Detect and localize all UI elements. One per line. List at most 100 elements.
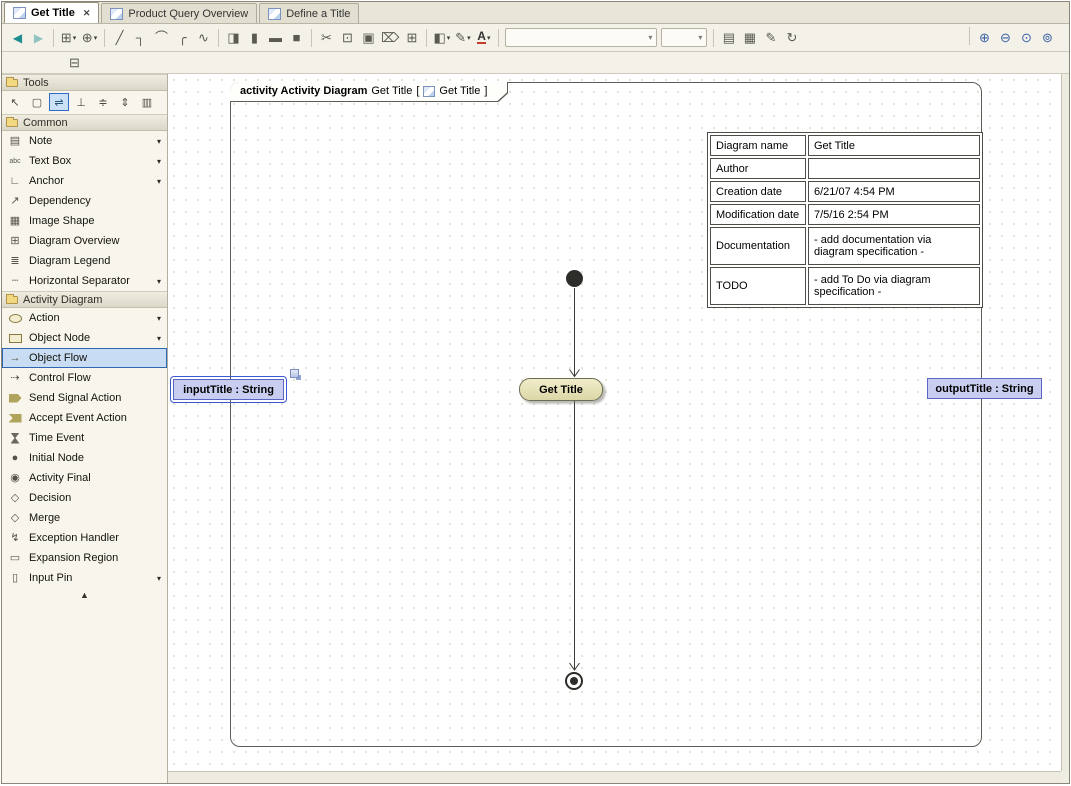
fill-color-button[interactable]: ◧▾ — [431, 27, 452, 48]
refresh-button[interactable]: ↻ — [781, 27, 802, 48]
chevron-down-icon: ▾ — [94, 34, 98, 42]
diagram-tab-bar: Get Title ✕ Product Query Overview Defin… — [2, 2, 1069, 24]
zoom-combobox[interactable]: ▾ — [661, 28, 707, 47]
palette-section-common[interactable]: Common — [2, 114, 167, 131]
chevron-down-icon[interactable]: ▾ — [157, 574, 161, 583]
palette-item-horizontal-separator[interactable]: ┄ Horizontal Separator ▾ — [2, 271, 167, 291]
same-width-button[interactable]: ▬ — [265, 27, 286, 48]
copy-button[interactable]: ⊡ — [337, 27, 358, 48]
palette-section-activity-diagram[interactable]: Activity Diagram — [2, 291, 167, 308]
palette-item-diagram-legend[interactable]: ≣ Diagram Legend — [2, 251, 167, 271]
input-parameter-label: inputTitle : String — [183, 384, 274, 396]
palette-item-accept-event-action[interactable]: Accept Event Action — [2, 408, 167, 428]
palette-item-control-flow[interactable]: ⇢ Control Flow — [2, 368, 167, 388]
resize-tool-icon[interactable]: ⇕ — [115, 93, 135, 111]
path-style-rounded-button[interactable]: ╭ — [172, 27, 193, 48]
same-height-button[interactable]: ▮ — [244, 27, 265, 48]
palette-item-diagram-overview[interactable]: ⊞ Diagram Overview — [2, 231, 167, 251]
zoom-in-button[interactable]: ⊕ — [974, 27, 995, 48]
time-event-icon — [7, 433, 23, 444]
path-style-curved-button[interactable]: ⌒ — [151, 27, 172, 48]
related-elements-button[interactable]: ⊞▾ — [58, 27, 79, 48]
stereotype-combobox[interactable]: ▾ — [505, 28, 657, 47]
output-parameter-node[interactable]: outputTitle : String — [927, 378, 1042, 399]
tab-product-query-overview[interactable]: Product Query Overview — [101, 3, 257, 23]
paste-button[interactable]: ▣ — [358, 27, 379, 48]
palette-item-exception-handler[interactable]: ↯ Exception Handler — [2, 528, 167, 548]
pointer-tool-icon[interactable]: ↖ — [5, 93, 25, 111]
font-color-button[interactable]: A▾ — [473, 27, 494, 48]
cut-button[interactable]: ✂ — [316, 27, 337, 48]
tab-define-a-title[interactable]: Define a Title — [259, 3, 359, 23]
line-color-button[interactable]: ✎▾ — [452, 27, 473, 48]
palette-item-input-pin[interactable]: ▯ Input Pin ▾ — [2, 568, 167, 588]
activity-final-node[interactable] — [565, 672, 583, 690]
tools-row: ↖ ▢ ⇌ ⊥ ≑ ⇕ ▥ — [2, 91, 167, 114]
insert-diagram-button[interactable]: ▤ — [718, 27, 739, 48]
diagram-canvas[interactable]: activity Activity Diagram Get Title [ Ge… — [168, 74, 1061, 771]
edit-icon: ✎ — [765, 31, 776, 44]
chevron-down-icon[interactable]: ▾ — [157, 177, 161, 186]
tab-get-title[interactable]: Get Title ✕ — [4, 2, 99, 23]
frame-title[interactable]: activity Activity Diagram Get Title [ Ge… — [230, 82, 508, 102]
forward-button[interactable]: ▶ — [28, 27, 49, 48]
palette-item-decision[interactable]: ◇ Decision — [2, 488, 167, 508]
distribute-tool-icon[interactable]: ≑ — [93, 93, 113, 111]
info-key: TODO — [710, 267, 806, 305]
toolbar-separator — [969, 27, 970, 45]
same-size-button[interactable]: ■ — [286, 27, 307, 48]
palette-collapse-button[interactable]: ▲ — [2, 588, 167, 603]
zoom-original-button[interactable]: ⊚ — [1037, 27, 1058, 48]
zoom-fit-button[interactable]: ⊙ — [1016, 27, 1037, 48]
palette-item-anchor[interactable]: ∟ Anchor ▾ — [2, 171, 167, 191]
layout-tool-icon[interactable]: ▥ — [137, 93, 157, 111]
initial-node[interactable] — [566, 270, 583, 287]
duplicate-icon: ⊞ — [406, 31, 417, 44]
chevron-down-icon[interactable]: ▾ — [157, 277, 161, 286]
chevron-down-icon[interactable]: ▾ — [157, 157, 161, 166]
path-style-rectilinear-button[interactable]: ┐ — [130, 27, 151, 48]
delete-button[interactable]: ⌦ — [379, 27, 401, 48]
close-icon[interactable]: ✕ — [83, 8, 91, 19]
palette-item-image-shape[interactable]: ▦ Image Shape — [2, 211, 167, 231]
vertical-scrollbar[interactable] — [1061, 74, 1070, 771]
insert-table-button[interactable]: ▦ — [739, 27, 760, 48]
palette-item-activity-final[interactable]: ◉ Activity Final — [2, 468, 167, 488]
chevron-down-icon[interactable]: ▾ — [157, 137, 161, 146]
palette-item-send-signal-action[interactable]: Send Signal Action — [2, 388, 167, 408]
action-node[interactable]: Get Title — [519, 378, 603, 401]
tab-label: Get Title — [31, 7, 75, 19]
palette-item-object-flow[interactable]: → Object Flow — [2, 348, 167, 368]
palette-item-dependency[interactable]: ↗ Dependency — [2, 191, 167, 211]
align-button[interactable]: ◨ — [223, 27, 244, 48]
palette-item-expansion-region[interactable]: ▭ Expansion Region — [2, 548, 167, 568]
palette-item-initial-node[interactable]: ● Initial Node — [2, 448, 167, 468]
duplicate-button[interactable]: ⊞ — [401, 27, 422, 48]
zoom-out-button[interactable]: ⊖ — [995, 27, 1016, 48]
palette-item-object-node[interactable]: Object Node ▾ — [2, 328, 167, 348]
palette-item-time-event[interactable]: Time Event — [2, 428, 167, 448]
forward-icon: ▶ — [34, 32, 43, 44]
back-button[interactable]: ◀ — [7, 27, 28, 48]
palette-section-tools[interactable]: Tools — [2, 74, 167, 91]
quick-link-tool-icon[interactable]: ⇌ — [49, 93, 69, 111]
path-style-bezier-button[interactable]: ∿ — [193, 27, 214, 48]
palette-item-note[interactable]: ▤ Note ▾ — [2, 131, 167, 151]
palette-item-text-box[interactable]: abc Text Box ▾ — [2, 151, 167, 171]
path-style-oblique-button[interactable]: ╱ — [109, 27, 130, 48]
palette-item-action[interactable]: Action ▾ — [2, 308, 167, 328]
marquee-tool-icon[interactable]: ▢ — [27, 93, 47, 111]
chevron-down-icon[interactable]: ▾ — [157, 314, 161, 323]
add-element-icon: ⊕ — [82, 31, 93, 44]
chevron-down-icon[interactable]: ▾ — [157, 334, 161, 343]
chevron-down-icon: ▾ — [447, 34, 451, 42]
add-element-button[interactable]: ⊕▾ — [79, 27, 100, 48]
diagram-info-table[interactable]: Diagram name Get Title Author Creation d… — [707, 132, 983, 308]
edit-button[interactable]: ✎ — [760, 27, 781, 48]
align-tool-icon[interactable]: ⊥ — [71, 93, 91, 111]
input-parameter-node[interactable]: inputTitle : String — [173, 379, 284, 400]
smart-manipulator-icon[interactable] — [290, 369, 299, 378]
palette-item-merge[interactable]: ◇ Merge — [2, 508, 167, 528]
horizontal-scrollbar[interactable] — [168, 771, 1061, 784]
containment-tree-button[interactable]: ⊟ — [64, 52, 85, 73]
